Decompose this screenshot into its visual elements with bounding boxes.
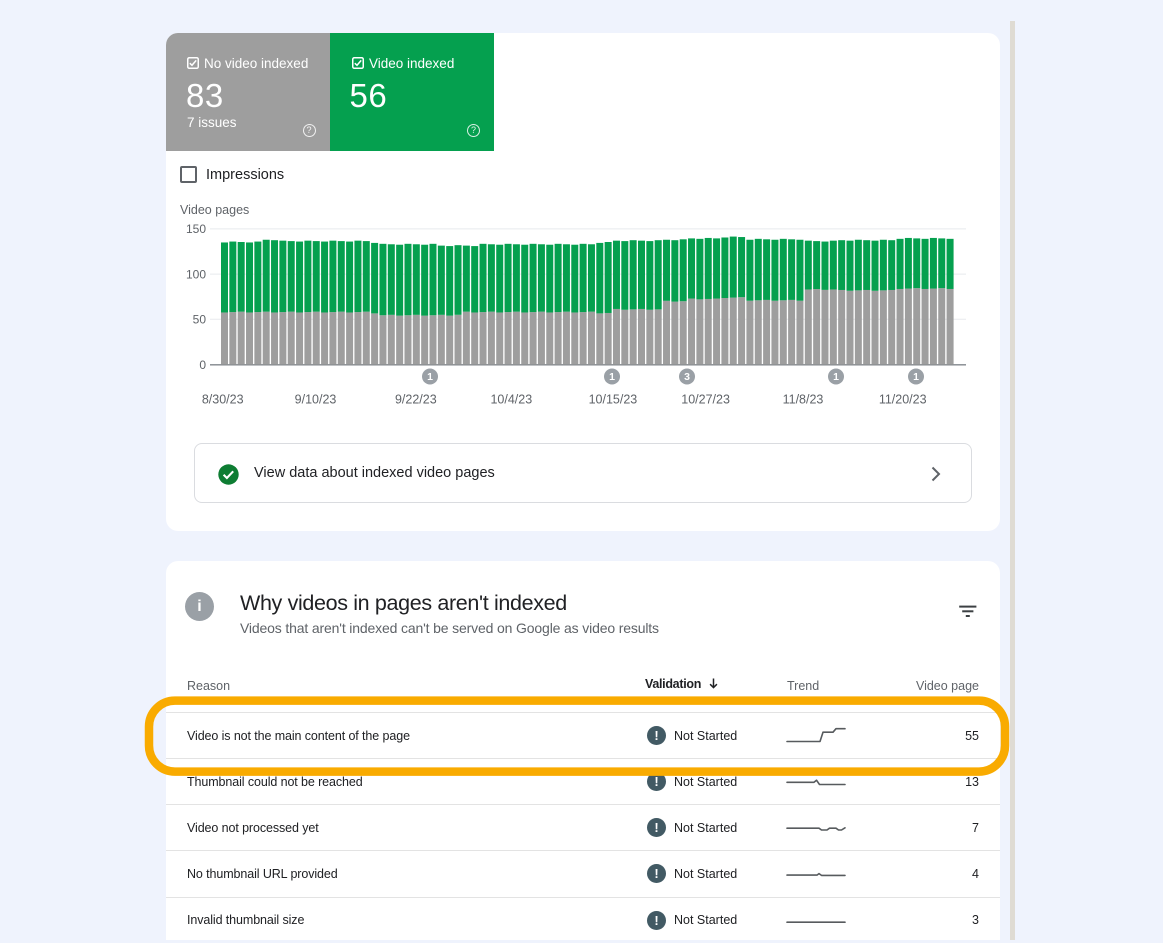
svg-text:10/4/23: 10/4/23	[490, 393, 532, 407]
svg-text:50: 50	[193, 313, 207, 327]
svg-text:100: 100	[186, 267, 206, 281]
svg-text:9/10/23: 9/10/23	[295, 393, 337, 407]
svg-text:8/30/23: 8/30/23	[202, 393, 244, 407]
svg-text:1: 1	[427, 371, 433, 383]
svg-text:10/15/23: 10/15/23	[589, 393, 638, 407]
svg-text:10/27/23: 10/27/23	[681, 393, 730, 407]
svg-text:1: 1	[609, 371, 615, 383]
svg-text:1: 1	[913, 371, 919, 383]
svg-text:1: 1	[833, 371, 839, 383]
svg-text:150: 150	[186, 222, 206, 236]
svg-text:0: 0	[199, 358, 206, 372]
svg-text:11/8/23: 11/8/23	[783, 393, 824, 407]
svg-text:11/20/23: 11/20/23	[879, 393, 927, 407]
svg-text:9/22/23: 9/22/23	[395, 393, 437, 407]
svg-text:3: 3	[684, 371, 690, 383]
